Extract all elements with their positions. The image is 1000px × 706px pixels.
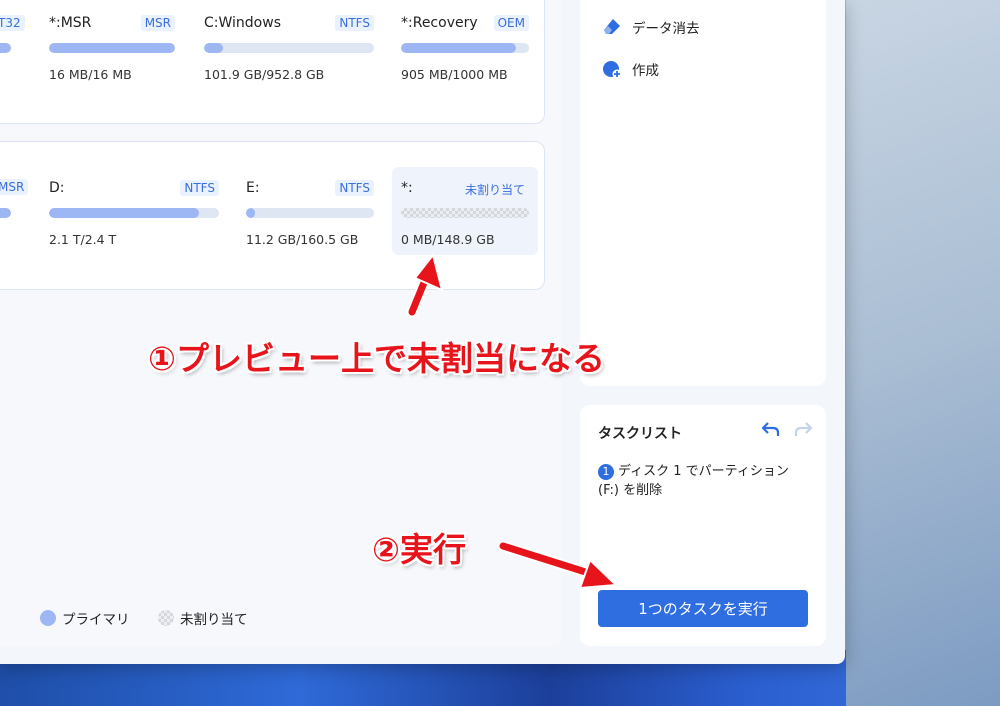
annotation-step1: ①プレビュー上で未割当になる <box>148 339 605 378</box>
annotation-arrow-up <box>406 252 444 318</box>
annotation-step2: ②実行 <box>372 530 466 569</box>
annotation-arrow-right <box>497 540 619 590</box>
